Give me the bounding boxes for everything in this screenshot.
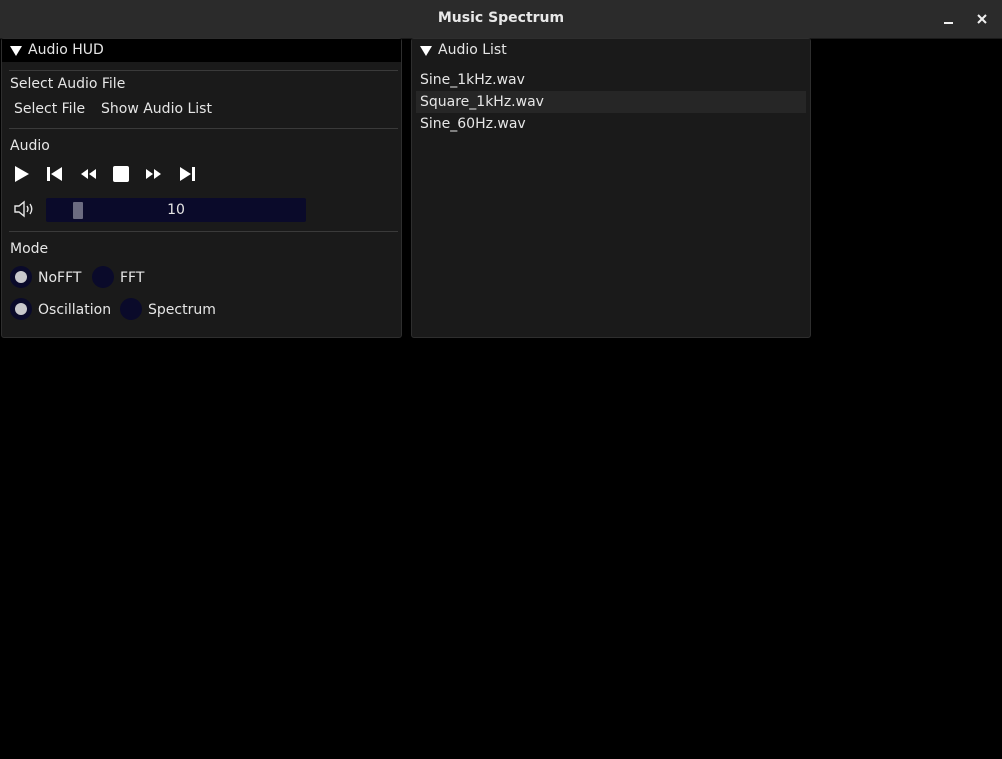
audio-hud-title: Audio HUD xyxy=(28,42,104,58)
close-icon xyxy=(977,14,987,24)
select-audio-file-label: Select Audio File xyxy=(10,76,126,92)
audio-list-panel: Audio List Sine_1kHz.wav Square_1kHz.wav… xyxy=(411,38,811,338)
previous-button[interactable] xyxy=(45,164,65,184)
list-item[interactable]: Sine_60Hz.wav xyxy=(416,113,806,135)
window-title: Music Spectrum xyxy=(437,10,565,26)
play-button[interactable] xyxy=(12,164,32,184)
show-audio-list-button[interactable]: Show Audio List xyxy=(101,101,212,117)
separator xyxy=(9,70,398,71)
list-item[interactable]: Square_1kHz.wav xyxy=(416,91,806,113)
radio-nofft[interactable] xyxy=(10,266,32,288)
radio-selected-dot xyxy=(15,303,27,315)
mode-section-label: Mode xyxy=(10,241,49,257)
audio-list-title: Audio List xyxy=(438,42,507,58)
next-button[interactable] xyxy=(177,164,197,184)
speaker-icon xyxy=(14,200,33,218)
play-icon xyxy=(15,166,29,182)
audio-section-label: Audio xyxy=(10,138,50,154)
stop-icon xyxy=(113,166,129,182)
radio-oscillation-label[interactable]: Oscillation xyxy=(38,302,111,318)
rewind-button[interactable] xyxy=(78,164,98,184)
stop-button[interactable] xyxy=(111,164,131,184)
audio-hud-panel: Audio HUD Select Audio File Select File … xyxy=(1,38,402,338)
radio-spectrum[interactable] xyxy=(120,298,142,320)
skip-forward-icon xyxy=(180,167,195,181)
volume-button[interactable] xyxy=(13,199,37,219)
radio-selected-dot xyxy=(15,271,27,283)
list-item[interactable]: Sine_1kHz.wav xyxy=(416,69,806,91)
audio-list-header[interactable]: Audio List xyxy=(412,39,810,62)
collapse-triangle-icon[interactable] xyxy=(10,46,22,56)
radio-fft[interactable] xyxy=(92,266,114,288)
separator xyxy=(9,128,398,129)
fast-forward-icon xyxy=(146,169,161,179)
minimize-icon xyxy=(944,22,953,24)
radio-nofft-label[interactable]: NoFFT xyxy=(38,270,81,286)
radio-oscillation[interactable] xyxy=(10,298,32,320)
select-file-button[interactable]: Select File xyxy=(14,101,85,117)
audio-hud-header[interactable]: Audio HUD xyxy=(2,39,401,62)
fast-forward-button[interactable] xyxy=(144,164,164,184)
radio-spectrum-label[interactable]: Spectrum xyxy=(148,302,216,318)
separator xyxy=(9,231,398,232)
radio-fft-label[interactable]: FFT xyxy=(120,270,144,286)
collapse-triangle-icon[interactable] xyxy=(420,46,432,56)
close-button[interactable] xyxy=(972,9,992,29)
volume-value: 10 xyxy=(167,202,185,218)
minimize-button[interactable] xyxy=(939,9,959,29)
rewind-icon xyxy=(81,169,96,179)
title-bar[interactable]: Music Spectrum xyxy=(0,0,1002,39)
app-window: Music Spectrum Audio HUD Select Audio Fi… xyxy=(0,0,1002,759)
skip-back-icon xyxy=(47,167,62,181)
volume-slider[interactable]: 10 xyxy=(46,198,306,222)
